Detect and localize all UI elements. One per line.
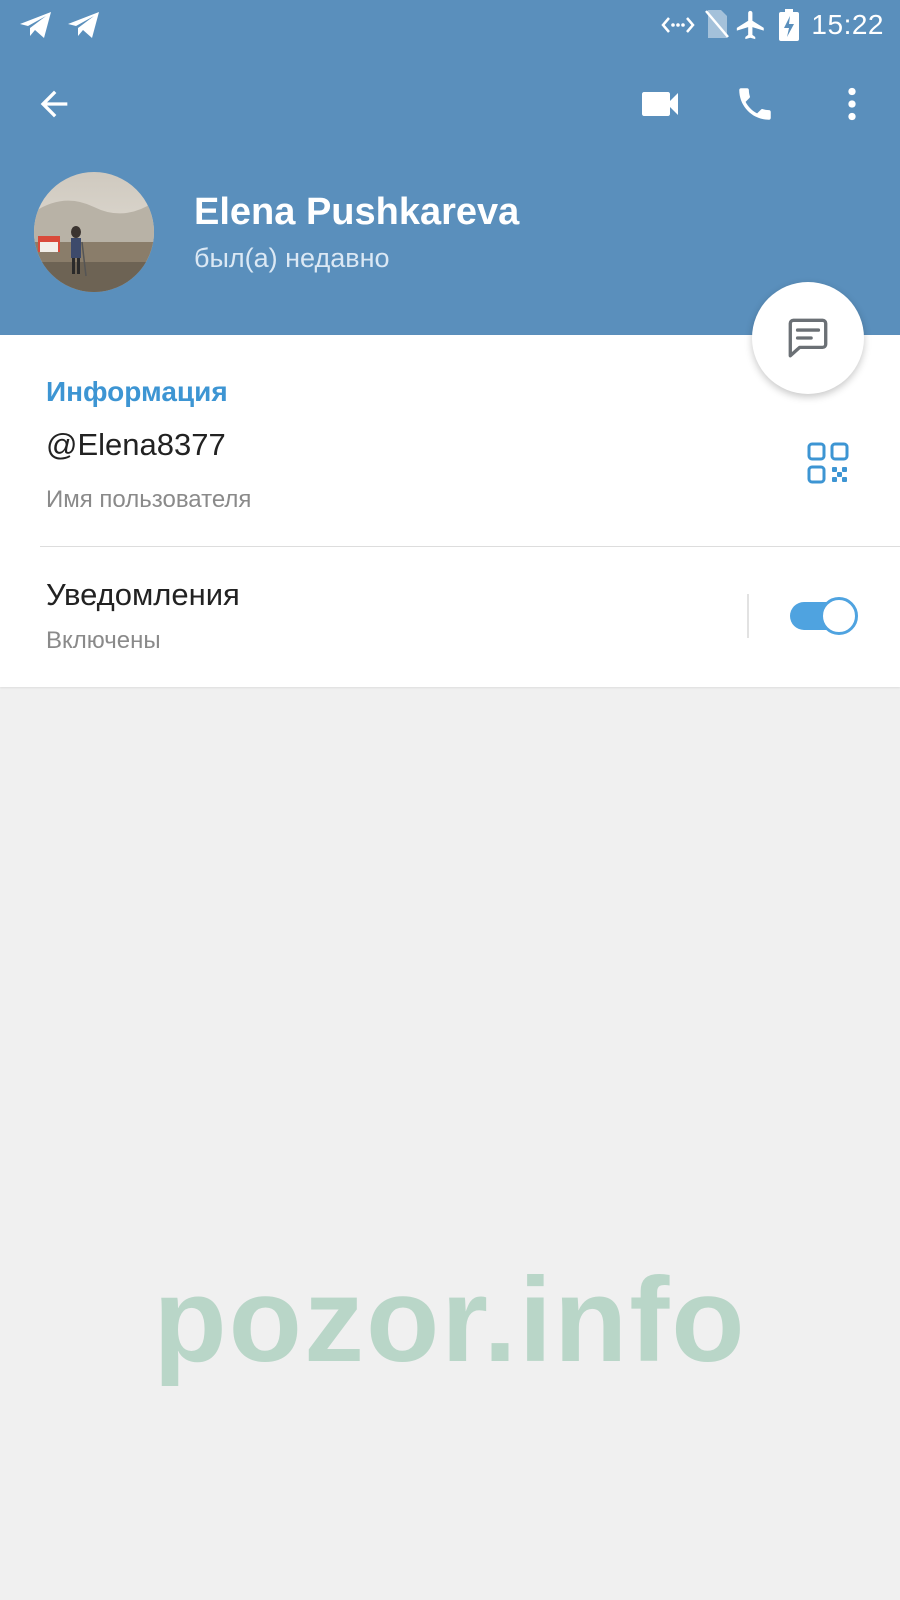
- video-call-button[interactable]: [628, 72, 692, 136]
- profile-name: Elena Pushkareva: [194, 191, 520, 233]
- status-time: 15:22: [811, 9, 884, 40]
- more-vert-icon: [848, 87, 856, 121]
- profile-header: [0, 0, 900, 335]
- no-sim-icon: [705, 10, 729, 38]
- notifications-status: Включены: [46, 627, 161, 654]
- more-options-button[interactable]: [820, 72, 884, 136]
- toggle-divider: [747, 594, 749, 638]
- message-icon: [788, 318, 828, 358]
- send-message-button[interactable]: [752, 282, 864, 394]
- notifications-title: Уведомления: [46, 577, 240, 612]
- username-value: @Elena8377: [46, 427, 226, 462]
- qr-code-button[interactable]: [800, 435, 856, 491]
- status-bar: 15:22: [0, 0, 900, 50]
- phone-icon: [739, 88, 771, 120]
- data-transfer-icon: [661, 17, 695, 33]
- qr-code-icon: [807, 442, 849, 484]
- profile-last-seen: был(а) недавно: [194, 243, 390, 273]
- section-title-info: Информация: [46, 376, 228, 407]
- notifications-toggle[interactable]: [790, 597, 858, 635]
- video-camera-icon: [642, 92, 678, 116]
- battery-charging-icon: [779, 9, 799, 41]
- watermark: pozor.info: [153, 1253, 747, 1387]
- toggle-thumb: [820, 597, 858, 635]
- username-label: Имя пользователя: [46, 486, 252, 513]
- telegram-notification-icon: [68, 12, 99, 38]
- notifications-row[interactable]: [0, 547, 900, 687]
- info-section: Информация @Elena8377 Имя пользователя У…: [0, 335, 900, 687]
- telegram-notification-icon: [20, 12, 51, 38]
- profile-photo: [34, 172, 154, 292]
- back-button[interactable]: [22, 72, 86, 136]
- voice-call-button[interactable]: [723, 72, 787, 136]
- avatar[interactable]: [34, 172, 154, 292]
- arrow-left-icon: [40, 90, 68, 118]
- airplane-mode-icon: [736, 10, 764, 40]
